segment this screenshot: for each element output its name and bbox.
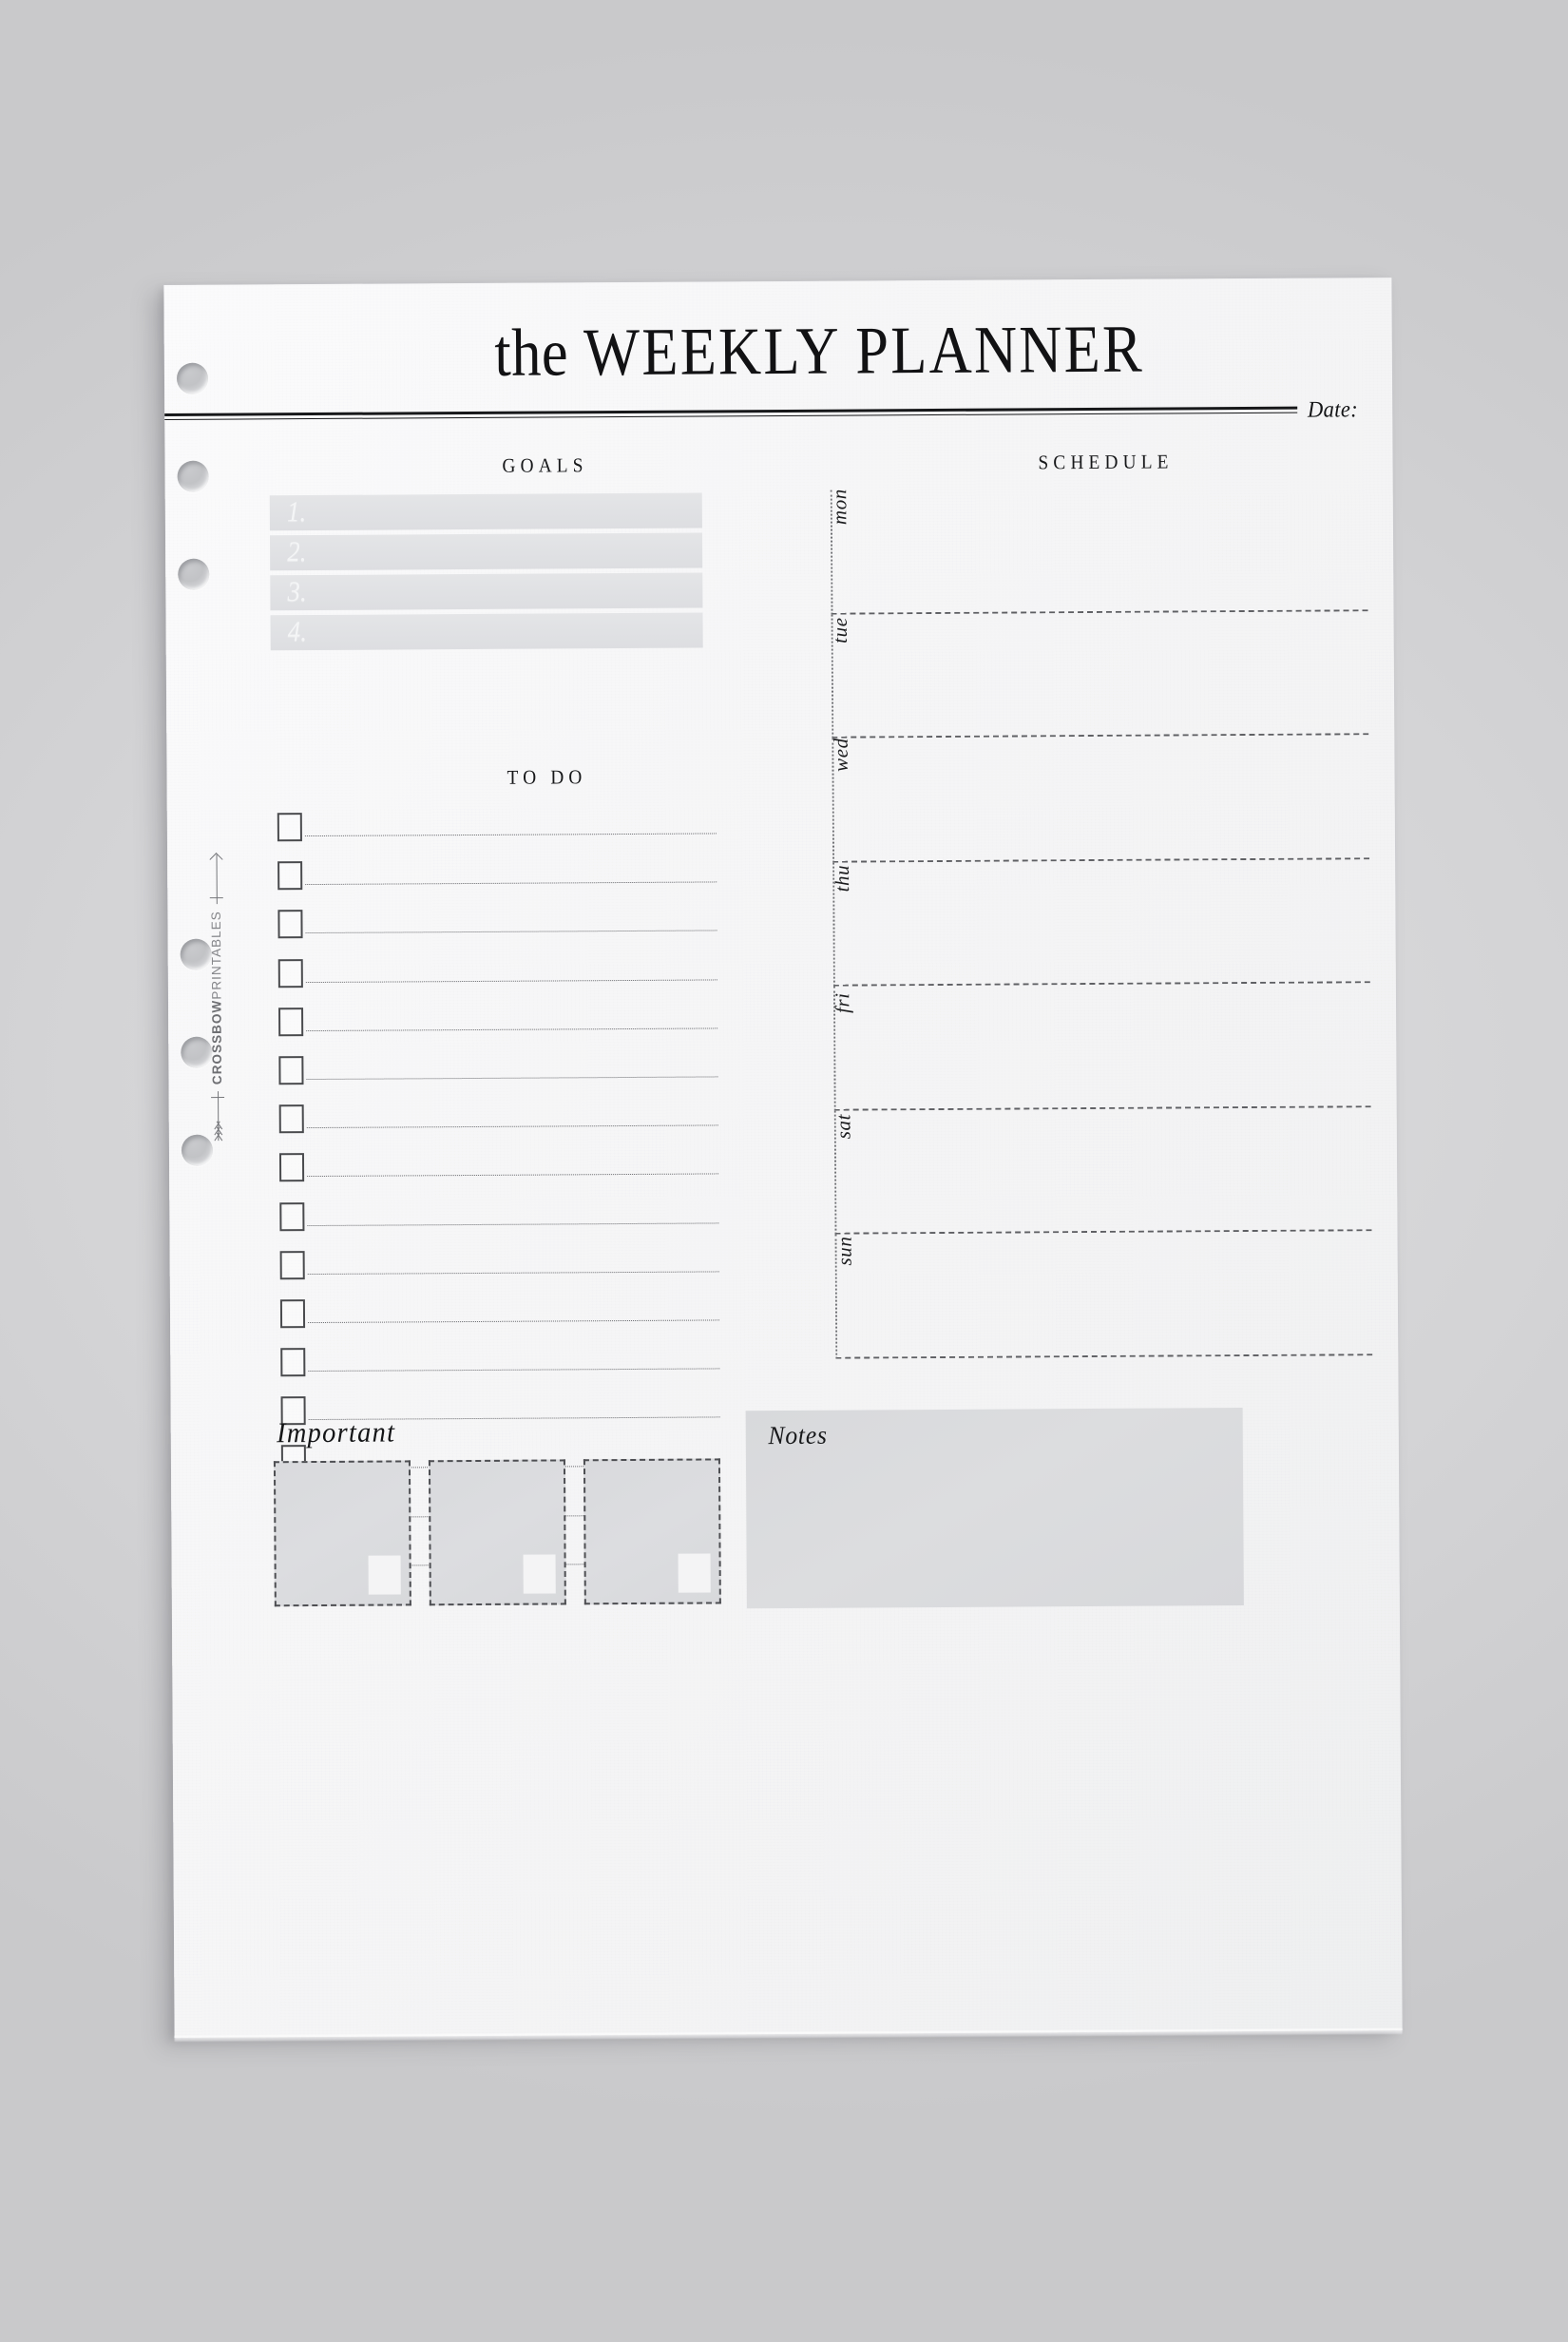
todo-write-line[interactable] [308,1319,720,1323]
checkbox-icon[interactable] [278,1007,304,1036]
day-label-text: thu [830,864,853,893]
checkbox-icon[interactable] [277,813,302,842]
day-label: tue [814,617,868,643]
checkbox-icon[interactable] [279,1250,305,1279]
arrow-point-icon [209,854,223,904]
checkbox-icon[interactable] [277,958,303,988]
goal-row[interactable]: 2. [269,532,703,570]
arrow-fletching-icon [210,1091,224,1141]
todo-write-line[interactable] [308,1368,720,1373]
todo-write-line[interactable] [306,1124,718,1129]
important-box[interactable] [428,1459,566,1606]
date-field-label[interactable]: Date: [1308,397,1358,423]
goal-number: 3. [287,576,307,608]
notes-box[interactable]: Notes [745,1408,1244,1609]
schedule-row-sun[interactable]: sun [832,1231,1373,1359]
goal-row[interactable]: 4. [270,612,703,650]
todo-row[interactable] [275,1242,719,1294]
todo-row[interactable] [273,950,717,1002]
goal-number: 1. [286,496,307,528]
goals-heading: GOALS [502,453,588,477]
day-label: sat [817,1113,870,1140]
todo-write-line[interactable] [307,1173,719,1178]
todo-row[interactable] [274,1194,719,1245]
goal-number: 2. [287,536,307,568]
todo-write-line[interactable] [306,1027,718,1031]
brand-watermark: CROSSBOWPRINTABLES [201,846,232,1150]
todo-write-line[interactable] [307,1221,719,1226]
checkbox-icon[interactable] [278,1104,304,1134]
todo-write-line[interactable] [304,833,717,837]
todo-write-line[interactable] [307,1271,719,1275]
day-label-text: tue [829,617,852,643]
binder-hole [176,362,209,394]
todo-row[interactable] [272,902,717,953]
double-rule [164,406,1298,421]
important-box-corner-marker [368,1555,401,1595]
todo-row[interactable] [275,1339,720,1391]
important-box[interactable] [273,1460,411,1607]
schedule-row-thu[interactable]: thu [831,858,1370,987]
checkbox-icon[interactable] [278,1056,304,1085]
goal-row[interactable]: 1. [269,492,702,530]
todo-write-line[interactable] [305,881,717,886]
todo-write-line[interactable] [305,978,717,983]
schedule-row-wed[interactable]: wed [830,735,1370,863]
day-label: sun [818,1236,871,1265]
todo-row[interactable] [274,1145,719,1197]
todo-row[interactable] [275,1291,720,1342]
todo-write-line[interactable] [306,1076,718,1080]
important-box-corner-marker [523,1554,556,1594]
important-box[interactable] [583,1458,721,1605]
schedule-grid: mon tue wed thu fri sat sun [828,487,1373,1359]
binder-hole [177,460,209,492]
checkbox-icon[interactable] [279,1298,306,1329]
important-box-corner-marker [678,1553,711,1593]
goal-row[interactable]: 3. [270,572,703,610]
todo-row[interactable] [273,1047,718,1099]
day-label: mon [813,489,867,525]
important-boxes [273,1458,721,1607]
schedule-row-mon[interactable]: mon [828,487,1368,615]
day-label-text: mon [828,488,851,525]
checkbox-icon[interactable] [280,1348,306,1377]
schedule-row-fri[interactable]: fri [831,983,1371,1111]
important-heading: Important [276,1416,396,1449]
todo-heading: TO DO [507,765,587,789]
checkbox-icon[interactable] [277,861,303,891]
day-label: fri [816,991,870,1013]
title-lowercase: the [493,315,569,391]
todo-row[interactable] [272,854,717,905]
page-title: the WEEKLY PLANNER [277,293,1360,391]
day-label: wed [814,738,868,772]
schedule-row-tue[interactable]: tue [829,610,1369,739]
checkbox-icon[interactable] [279,1201,305,1231]
goals-list: 1. 2. 3. 4. [269,492,703,656]
goal-number: 4. [287,616,308,648]
title-uppercase: WEEKLY PLANNER [583,312,1144,390]
planner-sheet: CROSSBOWPRINTABLES the WEEKLY PLANNER Da… [163,278,1403,2042]
todo-row[interactable] [274,1097,718,1148]
checkbox-icon[interactable] [278,1153,305,1182]
schedule-row-sat[interactable]: sat [832,1106,1372,1235]
day-label-text: sat [832,1113,855,1140]
binder-hole [178,558,210,590]
notes-label: Notes [768,1420,828,1450]
brand-name-primary: CROSSBOW [209,999,224,1085]
checkbox-icon[interactable] [277,910,303,939]
brand-name-secondary: PRINTABLES [208,911,224,1000]
day-label: thu [815,865,869,893]
day-label-text: sun [832,1236,856,1266]
todo-row[interactable] [272,804,717,855]
day-label-text: wed [829,737,853,772]
todo-row[interactable] [273,999,718,1050]
todo-write-line[interactable] [305,930,717,934]
day-label-text: fri [831,991,854,1013]
schedule-heading: SCHEDULE [1038,450,1174,474]
